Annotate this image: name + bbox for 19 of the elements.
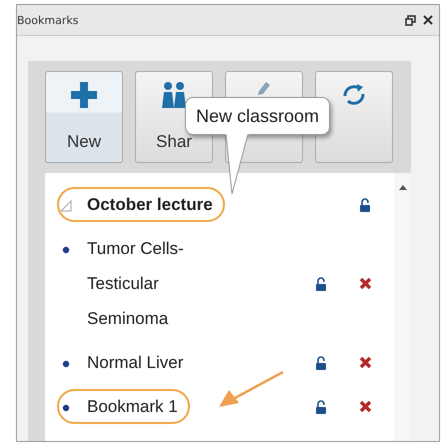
open-padlock-icon[interactable] (315, 354, 327, 370)
bookmark-label[interactable]: Tumor Cells-Testicular Seminoma (87, 231, 205, 336)
bookmark-label[interactable]: Bookmark 1 (87, 389, 178, 424)
delete-icon[interactable] (358, 356, 372, 369)
open-padlock-icon[interactable] (315, 398, 327, 414)
folder-label[interactable]: October lecture (87, 187, 213, 222)
scrollbar[interactable] (394, 173, 411, 441)
pencil-icon (258, 82, 270, 95)
delete-icon[interactable] (358, 277, 372, 290)
close-icon[interactable] (423, 15, 433, 25)
open-padlock-icon[interactable] (359, 196, 371, 212)
open-padlock-icon[interactable] (315, 276, 327, 292)
scroll-up-icon[interactable] (398, 185, 406, 190)
restore-icon[interactable] (405, 14, 416, 26)
bookmark-label[interactable]: Normal Liver (87, 345, 184, 380)
panel-title: Bookmarks (17, 14, 78, 26)
plus-icon (69, 80, 99, 110)
toolbar-button[interactable]: New (45, 71, 123, 163)
delete-icon[interactable] (358, 400, 372, 413)
